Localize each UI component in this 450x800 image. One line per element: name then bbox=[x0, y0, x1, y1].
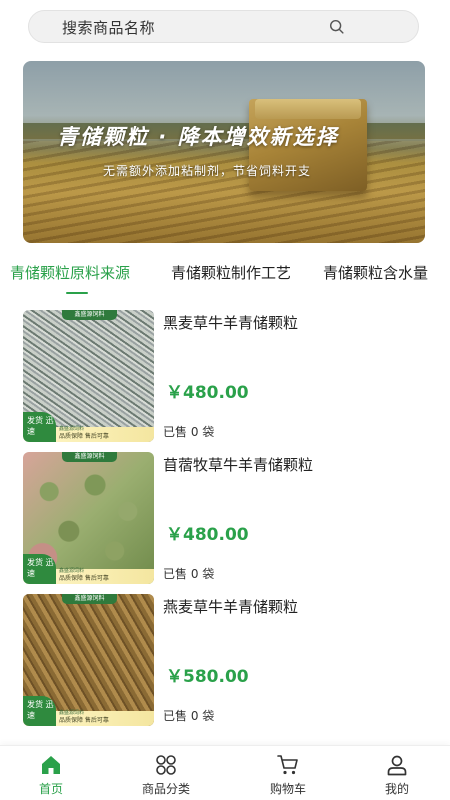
tabbar-label: 我的 bbox=[384, 782, 409, 796]
thumb-bar-text: 品质保障 售后可靠 bbox=[59, 433, 109, 440]
tab-moisture-content[interactable]: 青储颗粒含水量 bbox=[323, 262, 428, 283]
product-thumbnail[interactable]: 鑫盛源饲料 鑫盛源饲料 品质保障 售后可靠 发货 迅速 bbox=[23, 594, 154, 726]
product-thumbnail[interactable]: 鑫盛源饲料 鑫盛源饲料 品质保障 售后可靠 发货 迅速 bbox=[23, 310, 154, 442]
product-name[interactable]: 黑麦草牛羊青储颗粒 bbox=[163, 312, 298, 333]
hay-bale-top bbox=[255, 99, 361, 119]
tabbar-item-home[interactable]: 首页 bbox=[6, 746, 96, 800]
product-sold-count: 已售 0 袋 bbox=[163, 425, 215, 439]
tab-raw-material-source[interactable]: 青储颗粒原料来源 bbox=[10, 262, 130, 283]
product-price: ￥480.00 bbox=[166, 525, 249, 545]
product-price: ￥580.00 bbox=[166, 667, 249, 687]
tabbar-label: 购物车 bbox=[269, 782, 306, 796]
product-sold-count: 已售 0 袋 bbox=[163, 567, 215, 581]
category-tabs: 青储颗粒原料来源 青储颗粒制作工艺 青储颗粒含水量 bbox=[0, 262, 450, 292]
search-bar[interactable]: 搜索商品名称 bbox=[28, 10, 419, 43]
tabbar-item-category[interactable]: 商品分类 bbox=[121, 746, 211, 800]
cart-icon bbox=[277, 755, 298, 775]
active-tab-indicator bbox=[66, 292, 88, 294]
category-icon bbox=[156, 755, 176, 775]
thumb-bar-text: 品质保障 售后可靠 bbox=[59, 575, 109, 582]
fast-shipping-badge: 发货 迅速 bbox=[23, 696, 56, 726]
product-name[interactable]: 苜蓿牧草牛羊青储颗粒 bbox=[163, 454, 313, 475]
fast-shipping-badge: 发货 迅速 bbox=[23, 554, 56, 584]
search-icon[interactable] bbox=[328, 18, 346, 36]
product-item[interactable]: 鑫盛源饲料 鑫盛源饲料 品质保障 售后可靠 发货 迅速 黑麦草牛羊青储颗粒 ￥4… bbox=[23, 310, 433, 442]
banner-title: 青储颗粒 · 降本增效新选择 bbox=[57, 125, 339, 149]
product-thumbnail[interactable]: 鑫盛源饲料 鑫盛源饲料 品质保障 售后可靠 发货 迅速 bbox=[23, 452, 154, 584]
banner-subtitle: 无需额外添加粘制剂，节省饲料开支 bbox=[103, 164, 312, 178]
search-input[interactable]: 搜索商品名称 bbox=[62, 17, 155, 38]
thumb-bar-text: 品质保障 售后可靠 bbox=[59, 717, 109, 724]
thumb-brand-cap: 鑫盛源饲料 bbox=[62, 594, 117, 604]
product-item[interactable]: 鑫盛源饲料 鑫盛源饲料 品质保障 售后可靠 发货 迅速 苜蓿牧草牛羊青储颗粒 ￥… bbox=[23, 452, 433, 584]
tabbar-item-profile[interactable]: 我的 bbox=[352, 746, 442, 800]
tabbar-label: 首页 bbox=[38, 782, 63, 796]
fast-shipping-badge: 发货 迅速 bbox=[23, 412, 56, 442]
product-item[interactable]: 鑫盛源饲料 鑫盛源饲料 品质保障 售后可靠 发货 迅速 燕麦草牛羊青储颗粒 ￥5… bbox=[23, 594, 433, 726]
bottom-tab-bar: 首页 商品分类 购物车 我的 bbox=[0, 745, 450, 800]
product-price: ￥480.00 bbox=[166, 383, 249, 403]
tabbar-item-cart[interactable]: 购物车 bbox=[243, 746, 333, 800]
thumb-brand-cap: 鑫盛源饲料 bbox=[62, 310, 117, 320]
user-icon bbox=[387, 755, 407, 776]
product-name[interactable]: 燕麦草牛羊青储颗粒 bbox=[163, 596, 298, 617]
promo-banner[interactable]: 青储颗粒 · 降本增效新选择 无需额外添加粘制剂，节省饲料开支 bbox=[23, 61, 425, 243]
home-icon bbox=[42, 756, 60, 774]
product-sold-count: 已售 0 袋 bbox=[163, 709, 215, 723]
thumb-brand-cap: 鑫盛源饲料 bbox=[62, 452, 117, 462]
tabbar-label: 商品分类 bbox=[141, 782, 190, 796]
tab-production-process[interactable]: 青储颗粒制作工艺 bbox=[171, 262, 291, 283]
